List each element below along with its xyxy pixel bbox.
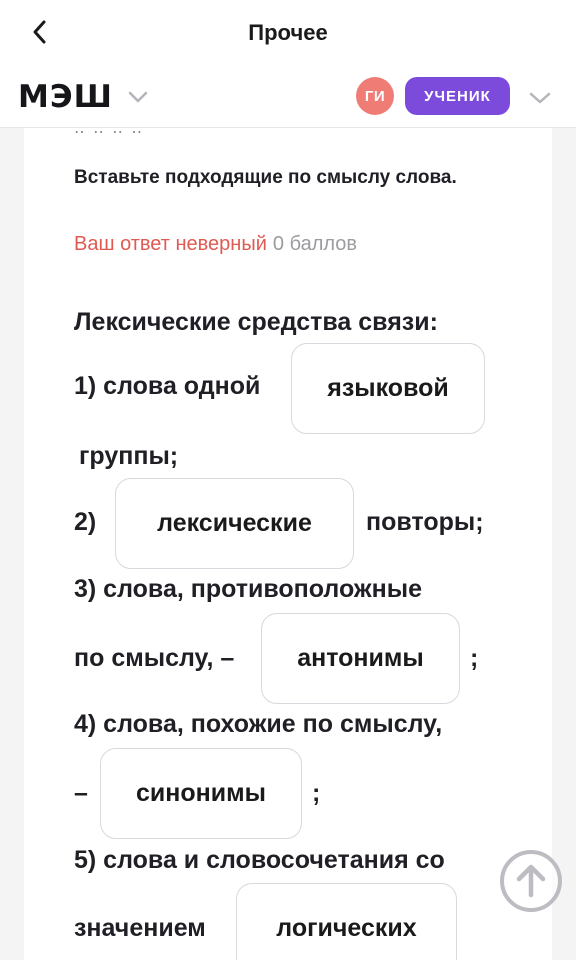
exercise-text: 1) слова одной [74, 372, 261, 400]
user-avatar[interactable]: ГИ [356, 77, 394, 115]
result-status: Ваш ответ неверный [74, 233, 267, 255]
task-card: ‥ ‥ ‥ ‥ Вставьте подходящие по смыслу сл… [24, 128, 552, 960]
result-score: 0 баллов [272, 233, 358, 255]
exercise-text: значением [74, 914, 206, 942]
answer-result: Ваш ответ неверный 0 баллов [74, 229, 357, 259]
answer-slot[interactable]: языковой [291, 343, 485, 434]
chevron-down-icon [529, 92, 551, 104]
exercise-text: по смыслу, – [74, 644, 235, 672]
exercise-text: 2) [74, 508, 97, 536]
exercise-text: ; [312, 779, 321, 807]
chevron-down-icon [127, 86, 149, 108]
role-badge[interactable]: УЧЕНИК [405, 77, 510, 115]
answer-slot[interactable]: синонимы [100, 748, 302, 839]
logo-menu[interactable]: МЭШ [18, 79, 149, 115]
clipped-text-fragment: ‥ ‥ ‥ ‥ [74, 128, 145, 137]
exercise-text: группы; [79, 442, 179, 470]
answer-slot[interactable]: логических [236, 883, 457, 960]
exercise-heading: Лексические средства связи: [74, 308, 438, 336]
page-title: Прочее [248, 20, 328, 45]
exercise-text: ; [470, 644, 479, 672]
answer-slot[interactable]: антонимы [261, 613, 460, 704]
exercise-text: 4) слова, похожие по смыслу, [74, 710, 443, 738]
answer-slot[interactable]: лексические [115, 478, 354, 569]
exercise-text: 3) слова, противоположные [74, 575, 422, 603]
task-instruction: Вставьте подходящие по смыслу слова. [74, 167, 457, 188]
scroll-top-button[interactable] [500, 850, 562, 912]
top-nav-bar: Прочее [0, 0, 576, 68]
exercise-text: – [74, 779, 88, 807]
exercise-text: 5) слова и словосочетания со [74, 846, 445, 874]
exercise-text: повторы; [366, 508, 484, 536]
app-logo: МЭШ [18, 79, 113, 115]
role-menu-button[interactable] [528, 86, 552, 110]
arrow-up-icon [516, 864, 546, 898]
